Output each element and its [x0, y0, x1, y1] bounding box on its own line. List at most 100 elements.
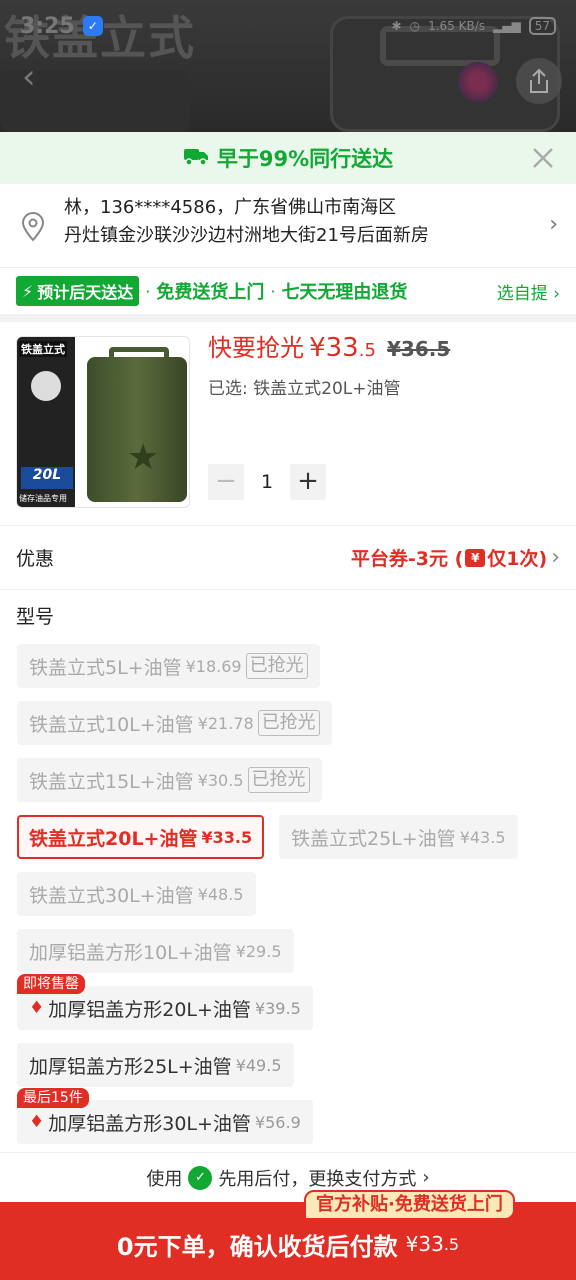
jerry-can-image: [87, 357, 187, 502]
payment-method-text: 先用后付，更换支付方式: [218, 1168, 417, 1190]
yen-icon: ¥: [465, 548, 486, 567]
separator: ·: [270, 281, 276, 301]
address-block[interactable]: 林，136****4586，广东省佛山市南海区 丹灶镇金沙联沙沙边村洲地大街21…: [0, 184, 576, 268]
bluetooth-icon: ✱: [391, 19, 402, 33]
chevron-right-icon: ›: [553, 283, 560, 304]
decrease-quantity-button[interactable]: −: [208, 464, 244, 500]
variant-option-selected[interactable]: 铁盖立式20L+油管 ¥33.5: [17, 815, 265, 859]
increase-quantity-button[interactable]: +: [290, 464, 326, 500]
back-arrow-icon[interactable]: ‹: [22, 60, 52, 98]
star-emblem: ★: [127, 437, 160, 478]
sold-out-badge: 已抢光: [257, 710, 320, 736]
truck-icon: [183, 146, 209, 170]
variant-name: 铁盖立式5L+油管: [29, 656, 182, 679]
location-icon: [21, 212, 45, 242]
share-button[interactable]: [516, 58, 562, 104]
signal-icon: ▂▄▆: [493, 19, 521, 33]
product-summary: 铁盖立式 20L 储存油品专用 ★ 快要抢光 ¥33.5 ¥36.5 已选: 铁…: [0, 322, 576, 526]
separator: ·: [145, 281, 151, 301]
pickup-link[interactable]: 选自提 ›: [497, 279, 560, 304]
subsidy-badge: 官方补贴·免费送货上门: [304, 1190, 515, 1220]
variant-price: ¥18.69: [185, 656, 242, 676]
pickup-label: 选自提: [496, 283, 548, 304]
service-promises: ⚡ 预计后天送达 · 免费送货上门 · 七天无理由退货 选自提 ›: [0, 268, 576, 322]
app-notification-icon: ✓: [82, 16, 103, 36]
sold-out-badge: 已抢光: [247, 767, 310, 793]
share-icon: [530, 68, 548, 93]
variant-name: 铁盖立式30L+油管: [29, 884, 194, 907]
variant-name: 加厚铝盖方形10L+油管: [29, 941, 232, 964]
coupon-value: 平台券-3元 ( ¥ 仅1次) ›: [351, 544, 560, 571]
return-policy-text: 七天无理由退货: [281, 282, 408, 303]
address-line-2: 丹灶镇金沙联沙沙边村洲地大街21号后面新房: [64, 225, 429, 246]
fire-icon: ♦: [29, 1112, 45, 1132]
quantity-stepper: − 1 +: [208, 464, 326, 500]
variant-name: 加厚铝盖方形20L+油管: [48, 998, 251, 1021]
coupon-label: 优惠: [16, 548, 55, 570]
alarm-icon: ◷: [409, 19, 421, 33]
model-section-title: 型号: [16, 606, 55, 628]
delivery-eta-badge: ⚡ 预计后天送达: [16, 276, 140, 306]
thumbnail-size-label: 20L: [21, 467, 73, 489]
coupon-value-text: 平台券-3元 (: [350, 548, 464, 570]
variant-option[interactable]: 铁盖立式10L+油管 ¥21.78 已抢光: [17, 701, 332, 745]
variant-price: ¥30.5: [197, 770, 244, 790]
status-bar: 3:25 ✓ ✱ ◷ 1.65 KB/s ▂▄▆ 57: [0, 0, 576, 52]
price-line: 快要抢光 ¥33.5 ¥36.5: [208, 328, 450, 363]
payment-prefix: 使用: [146, 1168, 183, 1190]
glove-image: [31, 371, 61, 401]
chevron-right-icon: ›: [422, 1167, 430, 1188]
variant-option[interactable]: 铁盖立式30L+油管 ¥48.5: [17, 872, 256, 916]
thumbnail-note: 储存油品专用: [19, 494, 67, 503]
variant-name: 铁盖立式10L+油管: [29, 713, 194, 736]
checkout-label: 0元下单，确认收货后付款: [116, 1232, 398, 1261]
delivery-eta-text: 预计后天送达: [37, 283, 134, 302]
free-delivery-text: 免费送货上门: [156, 282, 265, 303]
variant-price: ¥43.5: [459, 827, 506, 847]
sku-sheet: 早于99%同行送达 林，136****4586，广东省佛山市南海区 丹灶镇金沙联…: [0, 132, 576, 1280]
original-price: ¥36.5: [387, 337, 451, 361]
coupon-limit-text: 仅1次): [487, 548, 548, 570]
variant-price: ¥49.5: [235, 1055, 282, 1075]
close-icon[interactable]: [530, 145, 556, 171]
current-price-decimal: .5: [358, 340, 376, 361]
price-label: 快要抢光: [208, 334, 304, 362]
current-price: ¥33: [309, 333, 359, 363]
variant-option[interactable]: 加厚铝盖方形25L+油管 ¥49.5: [17, 1043, 294, 1087]
chevron-right-icon: ›: [549, 212, 558, 237]
coupon-row[interactable]: 优惠 平台券-3元 ( ¥ 仅1次) ›: [0, 526, 576, 590]
variant-name: 铁盖立式15L+油管: [29, 770, 194, 793]
variant-name: 铁盖立式20L+油管: [29, 827, 198, 850]
background-float-icon: [458, 62, 498, 102]
quantity-value[interactable]: 1: [244, 471, 290, 493]
variant-price: ¥33.5: [201, 827, 253, 847]
variant-name: 铁盖立式25L+油管: [291, 827, 456, 850]
battery-icon: 57: [528, 17, 556, 35]
sold-out-badge: 已抢光: [245, 653, 308, 679]
variant-option[interactable]: 铁盖立式15L+油管 ¥30.5 已抢光: [17, 758, 322, 802]
chevron-right-icon: ›: [551, 545, 560, 570]
variant-name: 加厚铝盖方形25L+油管: [29, 1055, 232, 1078]
variant-price: ¥56.9: [254, 1112, 301, 1132]
status-icons: ✱ ◷ 1.65 KB/s ▂▄▆ 57: [392, 17, 556, 35]
fire-icon: ♦: [29, 998, 45, 1018]
thumbnail-tag: 铁盖立式: [19, 341, 67, 357]
address-line-1: 林，136****4586，广东省佛山市南海区: [64, 197, 397, 218]
delivery-header-text: 早于99%同行送达: [216, 147, 394, 171]
lightning-icon: ⚡: [22, 281, 34, 301]
stock-warning-tag: 最后15件: [17, 1088, 89, 1108]
network-speed: 1.65 KB/s: [428, 19, 486, 33]
variant-option[interactable]: 铁盖立式5L+油管 ¥18.69 已抢光: [17, 644, 320, 688]
pay-later-icon: ✓: [188, 1165, 213, 1190]
thumbnail-accessories: 铁盖立式 20L 储存油品专用: [17, 337, 75, 507]
variant-option[interactable]: 加厚铝盖方形10L+油管 ¥29.5: [17, 929, 294, 973]
variant-name: 加厚铝盖方形30L+油管: [48, 1112, 251, 1135]
delivery-header: 早于99%同行送达: [0, 132, 576, 184]
variant-price: ¥39.5: [254, 998, 301, 1018]
variant-option[interactable]: 铁盖立式25L+油管 ¥43.5: [279, 815, 518, 859]
variant-price: ¥48.5: [197, 884, 244, 904]
product-thumbnail[interactable]: 铁盖立式 20L 储存油品专用 ★: [16, 336, 190, 508]
variant-price: ¥29.5: [235, 941, 282, 961]
checkout-price: ¥33: [405, 1232, 444, 1256]
variant-price: ¥21.78: [197, 713, 254, 733]
